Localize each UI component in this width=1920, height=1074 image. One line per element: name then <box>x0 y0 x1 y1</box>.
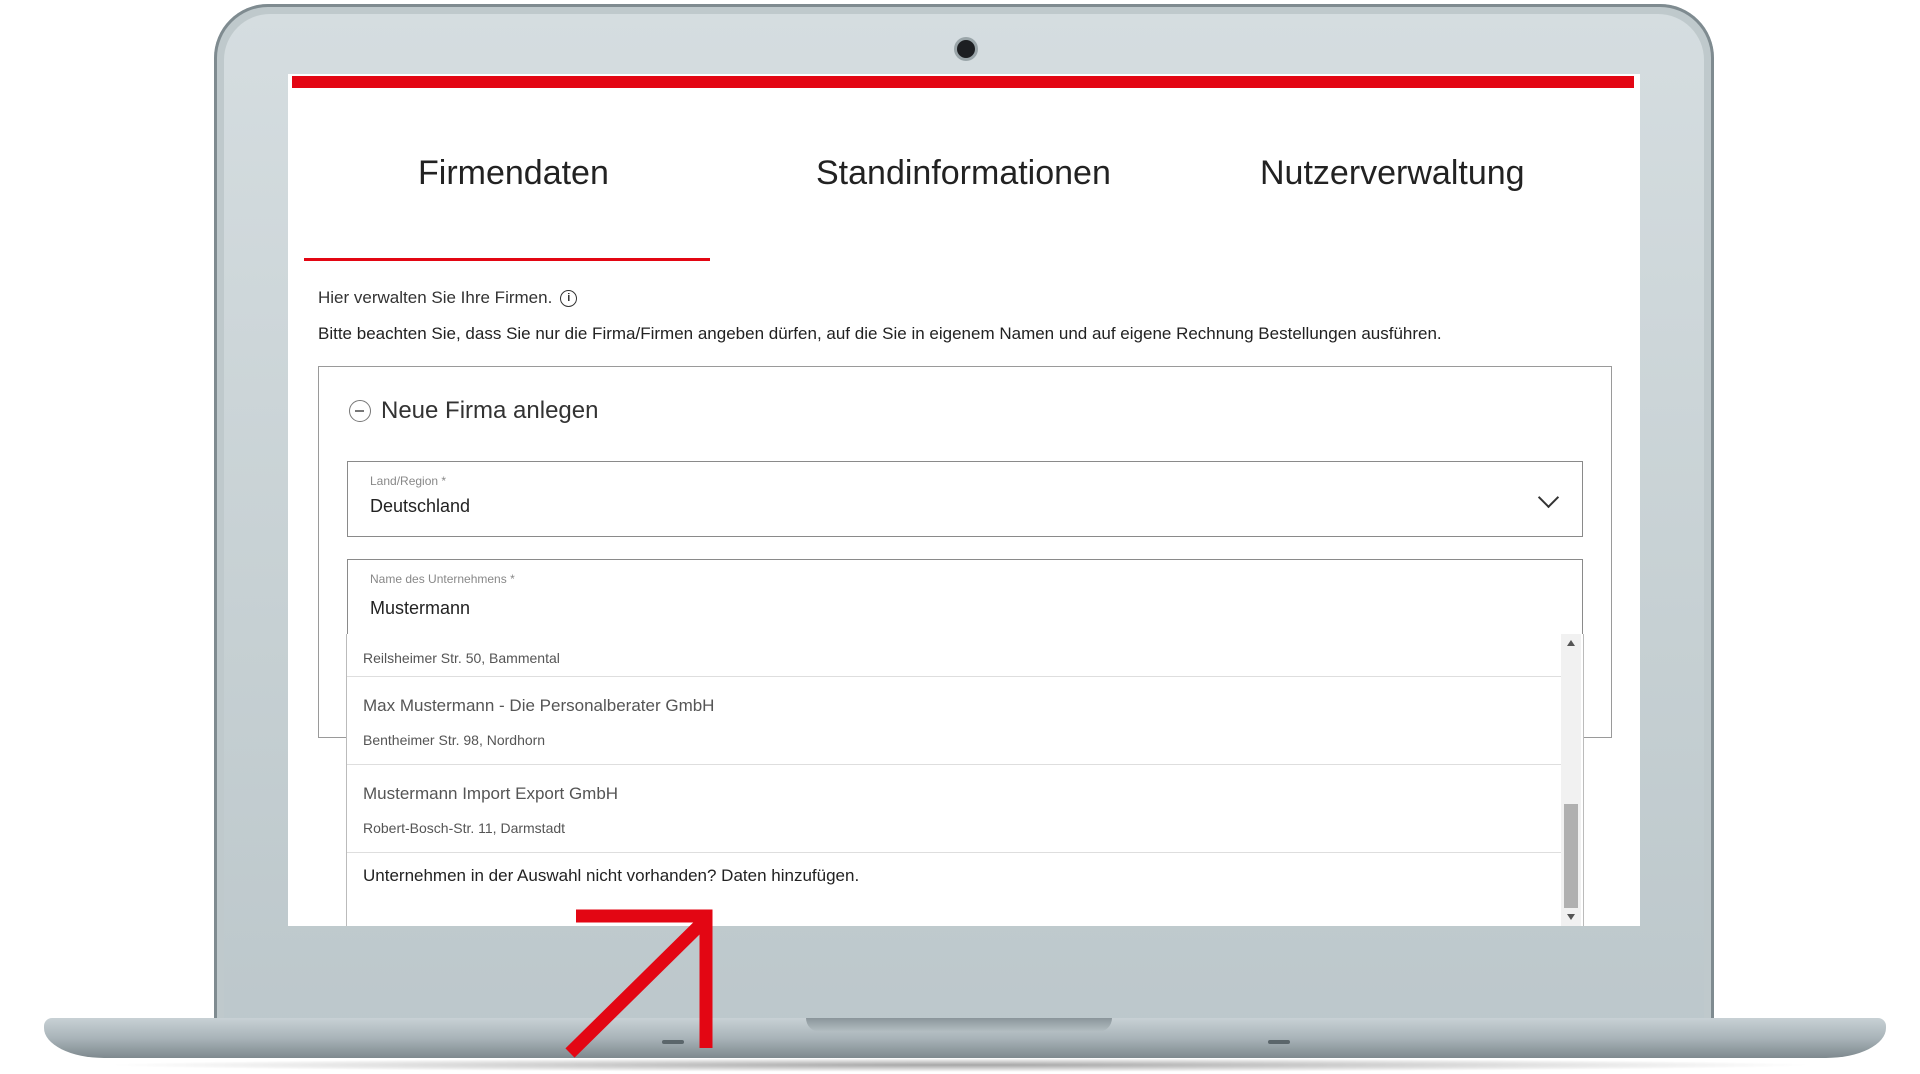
header-accent-bar <box>292 76 1634 88</box>
intro-line: Hier verwalten Sie Ihre Firmen. i <box>318 288 578 308</box>
suggestion-address: Robert-Bosch-Str. 11, Darmstadt <box>363 820 566 836</box>
laptop-foot <box>1268 1040 1290 1044</box>
list-item[interactable]: Max Mustermann - Die Personalberater Gmb… <box>347 676 1561 765</box>
screen: Firmendaten Standinformationen Nutzerver… <box>288 74 1640 926</box>
country-label: Land/Region * <box>370 474 447 488</box>
country-select[interactable]: Land/Region * Deutschland <box>347 461 1583 537</box>
active-tab-indicator <box>304 258 710 261</box>
info-icon[interactable]: i <box>560 289 578 307</box>
tab-firmendaten[interactable]: Firmendaten <box>418 154 609 193</box>
laptop-shadow <box>100 1058 1820 1072</box>
list-item[interactable]: Mustermann Import Export GmbH Robert-Bos… <box>347 764 1561 853</box>
suggestion-address: Reilsheimer Str. 50, Bammental <box>363 650 560 666</box>
company-name-label: Name des Unternehmens * <box>370 572 515 586</box>
scroll-thumb[interactable] <box>1564 804 1578 908</box>
company-name-value[interactable]: Mustermann <box>370 598 470 619</box>
tab-nutzerverwaltung[interactable]: Nutzerverwaltung <box>1260 154 1525 193</box>
dropdown-scrollbar[interactable] <box>1561 634 1581 926</box>
card-title: Neue Firma anlegen <box>381 397 599 424</box>
suggestion-address: Bentheimer Str. 98, Nordhorn <box>363 732 546 748</box>
scroll-up-icon[interactable] <box>1567 640 1575 646</box>
intro-text: Hier verwalten Sie Ihre Firmen. <box>318 288 553 307</box>
chevron-down-icon[interactable] <box>1537 486 1560 509</box>
suggestion-name: Max Mustermann - Die Personalberater Gmb… <box>363 696 715 715</box>
scroll-down-icon[interactable] <box>1567 914 1575 920</box>
list-item[interactable]: Reilsheimer Str. 50, Bammental <box>347 634 1561 677</box>
suggestion-name: Mustermann Import Export GmbH <box>363 784 619 803</box>
country-value: Deutschland <box>370 496 471 516</box>
card-header[interactable]: Neue Firma anlegen <box>349 397 598 425</box>
tab-standinformationen[interactable]: Standinformationen <box>816 154 1111 193</box>
notice-text: Bitte beachten Sie, dass Sie nur die Fir… <box>318 324 1442 343</box>
company-name-field[interactable]: Name des Unternehmens * Mustermann <box>347 559 1583 635</box>
camera-icon <box>957 40 975 58</box>
add-company-link[interactable]: Unternehmen in der Auswahl nicht vorhand… <box>363 866 859 886</box>
pointer-arrow-icon <box>565 909 713 1058</box>
minus-circle-icon[interactable] <box>349 400 371 422</box>
laptop-notch <box>806 1018 1112 1032</box>
company-suggestions-dropdown: Reilsheimer Str. 50, Bammental Max Muste… <box>346 634 1584 926</box>
